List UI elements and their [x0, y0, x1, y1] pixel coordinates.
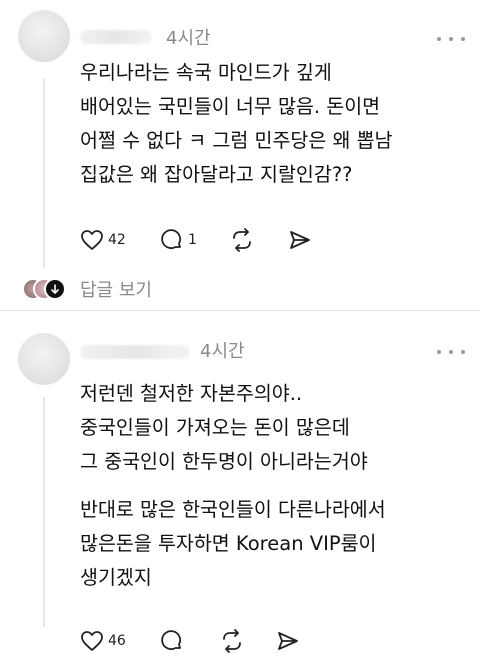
username[interactable]	[80, 30, 152, 44]
text-line: 반대로 많은 한국인들이 다른나라에서	[80, 498, 386, 521]
repost-icon	[223, 629, 241, 653]
text-line: 생기겠지	[80, 566, 152, 589]
heart-icon	[81, 230, 103, 250]
like-button[interactable]: 42	[80, 227, 126, 253]
text-line	[80, 479, 386, 493]
more-icon[interactable]	[436, 347, 470, 357]
comment-icon	[161, 229, 182, 250]
like-button[interactable]: 46	[80, 628, 126, 654]
text-line: 중국인들이 가져오는 돈이 많은데	[80, 416, 350, 439]
text-line: 우리나라는 속국 마인드가 깊게	[80, 61, 332, 84]
text-line: 배어있는 국민들이 너무 많음. 돈이면	[80, 95, 381, 118]
arrow-down-icon	[51, 284, 59, 295]
more-icon[interactable]	[436, 34, 470, 44]
reply-avatar	[44, 278, 66, 300]
thread-line	[43, 397, 45, 627]
like-count: 42	[108, 232, 126, 248]
username[interactable]	[80, 345, 190, 359]
avatar[interactable]	[18, 10, 70, 62]
avatar[interactable]	[18, 333, 70, 385]
post-time: 4시간	[166, 28, 211, 49]
text-line: 그 중국인이 한두명이 아니라는거야	[80, 450, 368, 473]
text-line: 집값은 왜 잡아달라고 지랄인감??	[80, 163, 353, 186]
repost-button[interactable]	[230, 227, 254, 253]
post-text: 우리나라는 속국 마인드가 깊게 배어있는 국민들이 너무 많음. 돈이면 어쩔…	[80, 56, 393, 192]
text-line: 어쩔 수 없다 ㅋ 그럼 민주당은 왜 뽑남	[80, 129, 393, 152]
comment-count: 1	[188, 232, 197, 248]
share-icon	[278, 632, 298, 650]
text-line: 저런덴 철저한 자본주의야..	[80, 382, 303, 405]
like-count: 46	[108, 633, 126, 649]
share-button[interactable]	[288, 227, 312, 253]
view-replies-label: 답글 보기	[80, 280, 152, 301]
comment-post: 4시간 저런덴 철저한 자본주의야.. 중국인들이 가져오는 돈이 많은데 그 …	[0, 310, 480, 671]
heart-icon	[81, 631, 103, 651]
text-line: 많은돈을 투자하면 Korean VIP룸이	[80, 532, 377, 555]
comment-button[interactable]: 1	[160, 227, 197, 253]
post-time: 4시간	[200, 341, 245, 362]
repost-button[interactable]	[220, 628, 244, 654]
comment-icon	[161, 630, 182, 651]
share-icon	[290, 231, 310, 249]
comment-post: 4시간 우리나라는 속국 마인드가 깊게 배어있는 국민들이 너무 많음. 돈이…	[0, 0, 480, 310]
post-text: 저런덴 철저한 자본주의야.. 중국인들이 가져오는 돈이 많은데 그 중국인이…	[80, 377, 386, 595]
thread-line	[43, 78, 45, 268]
comment-button[interactable]	[160, 628, 184, 654]
share-button[interactable]	[276, 628, 300, 654]
repost-icon	[233, 228, 251, 252]
